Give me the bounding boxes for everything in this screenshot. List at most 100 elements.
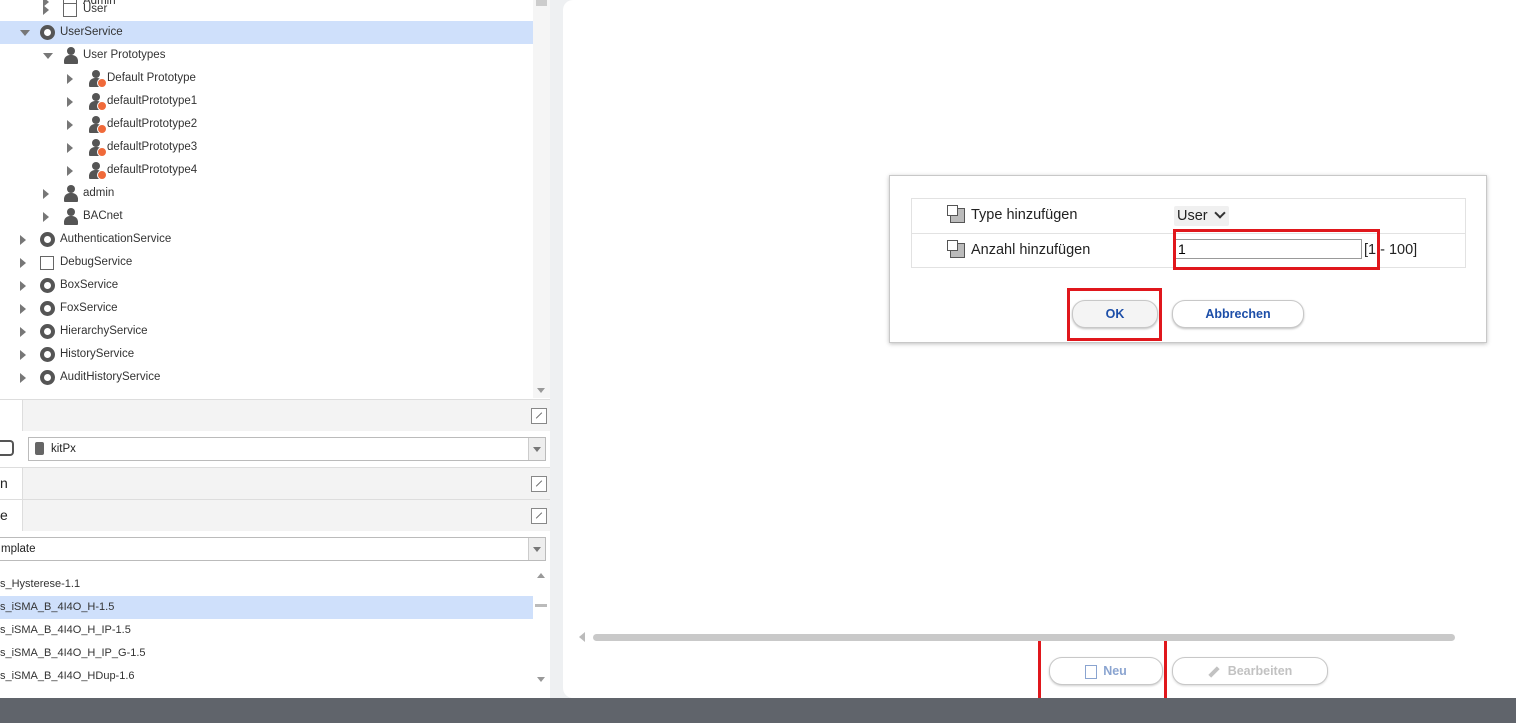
tree-item-label: defaultPrototype3: [107, 141, 198, 153]
new-button[interactable]: Neu: [1049, 657, 1163, 685]
template-selector[interactable]: mplate: [0, 537, 546, 561]
cube-icon: [947, 205, 965, 223]
tree-item-label: User Prototypes: [83, 49, 166, 61]
maximize-icon[interactable]: [531, 508, 547, 524]
tree-item[interactable]: Default Prototype: [0, 67, 533, 90]
prototype-icon: [89, 116, 107, 134]
new-button-label: Neu: [1103, 664, 1127, 678]
template-item-label: s_iSMA_B_4I4O_H-1.5: [0, 601, 115, 613]
tree-item[interactable]: BoxService: [0, 274, 533, 297]
prototype-icon: [89, 70, 107, 88]
expand-arrow-icon[interactable]: [43, 212, 49, 222]
palette-tab[interactable]: [0, 400, 23, 431]
tree-item[interactable]: defaultPrototype3: [0, 136, 533, 159]
history-icon: [40, 347, 55, 362]
tree-item[interactable]: DebugService: [0, 251, 533, 274]
tree-item[interactable]: AuthenticationService: [0, 228, 533, 251]
user-service-icon: [40, 25, 55, 40]
template-scrollbar[interactable]: [533, 567, 550, 698]
chevron-down-icon[interactable]: [528, 538, 545, 560]
expand-arrow-icon[interactable]: [20, 373, 26, 383]
tree-item-label: UserService: [60, 26, 123, 38]
debug-icon: [40, 256, 54, 270]
count-label: Anzahl hinzufügen: [971, 242, 1091, 258]
tree-item-label: BACnet: [83, 210, 123, 222]
tree-item[interactable]: BACnet: [0, 205, 533, 228]
template-list-item[interactable]: s_Hysterese-1.1: [0, 573, 533, 596]
tree-item-label: AuditHistoryService: [60, 371, 161, 383]
palette-selector-value: kitPx: [51, 443, 76, 455]
template-list-item[interactable]: s_iSMA_B_4I4O_H_IP_G-1.5: [0, 642, 533, 665]
person-icon: [64, 47, 78, 64]
section-header-2: e: [0, 499, 550, 532]
template-selector-value: mplate: [1, 543, 36, 555]
tree-item[interactable]: User: [0, 0, 533, 21]
prototype-icon: [89, 139, 107, 157]
tree-scroll-thumb[interactable]: [536, 0, 547, 6]
template-list-item[interactable]: s_iSMA_B_4I4O_HDup-1.6: [0, 665, 533, 688]
palette-selector[interactable]: kitPx: [28, 437, 546, 461]
expand-arrow-icon[interactable]: [20, 235, 26, 245]
tree-item-label: defaultPrototype4: [107, 164, 198, 176]
tree-item[interactable]: admin: [0, 182, 533, 205]
expand-arrow-icon[interactable]: [67, 97, 73, 107]
tree-item[interactable]: FoxService: [0, 297, 533, 320]
tree-item[interactable]: defaultPrototype4: [0, 159, 533, 182]
tree-item-label: HierarchyService: [60, 325, 148, 337]
maximize-icon[interactable]: [531, 408, 547, 424]
collapse-arrow-icon[interactable]: [20, 30, 30, 36]
template-item-label: s_Hysterese-1.1: [0, 578, 81, 590]
tree-item-label: admin: [83, 187, 115, 199]
expand-arrow-icon[interactable]: [67, 120, 73, 130]
scroll-down-icon[interactable]: [537, 388, 545, 393]
scroll-up-icon[interactable]: [537, 573, 545, 578]
box-icon: [40, 278, 55, 293]
scroll-down-icon[interactable]: [537, 677, 545, 682]
collapse-arrow-icon[interactable]: [43, 53, 53, 59]
expand-arrow-icon[interactable]: [43, 5, 49, 15]
tree-item[interactable]: HierarchyService: [0, 320, 533, 343]
template-list-item[interactable]: s_iSMA_B_4I4O_H_IP-1.5: [0, 619, 533, 642]
expand-arrow-icon[interactable]: [43, 189, 49, 199]
template-list-item[interactable]: s_iSMA_B_4I4O_H-1.5: [0, 596, 533, 619]
edit-button[interactable]: Bearbeiten: [1172, 657, 1328, 685]
camera-icon[interactable]: [0, 440, 14, 456]
expand-arrow-icon[interactable]: [20, 281, 26, 291]
tree-item[interactable]: defaultPrototype2: [0, 113, 533, 136]
maximize-icon[interactable]: [531, 476, 547, 492]
lock-icon: [40, 232, 55, 247]
scroll-left-icon[interactable]: [579, 632, 585, 642]
template-item-label: s_iSMA_B_4I4O_H_IP-1.5: [0, 624, 131, 636]
type-select[interactable]: User: [1174, 206, 1229, 226]
tree-item[interactable]: AuditHistoryService: [0, 366, 533, 389]
person-icon: [64, 208, 78, 225]
cancel-button[interactable]: Abbrechen: [1172, 300, 1304, 328]
palette-header: [0, 399, 550, 432]
new-document-icon: [1085, 664, 1098, 679]
highlight-count-input: [1173, 229, 1380, 270]
expand-arrow-icon[interactable]: [20, 350, 26, 360]
tree-item[interactable]: UserService: [0, 21, 533, 44]
tree-scrollbar[interactable]: [533, 0, 550, 398]
expand-arrow-icon[interactable]: [20, 258, 26, 268]
tree-item[interactable]: defaultPrototype1: [0, 90, 533, 113]
expand-arrow-icon[interactable]: [67, 166, 73, 176]
prototype-icon: [89, 162, 107, 180]
horizontal-scroll-thumb[interactable]: [593, 634, 1455, 641]
hierarchy-icon: [40, 324, 55, 339]
expand-arrow-icon[interactable]: [67, 74, 73, 84]
expand-arrow-icon[interactable]: [67, 143, 73, 153]
tree-item-label: BoxService: [60, 279, 119, 291]
chevron-down-icon[interactable]: [528, 438, 545, 460]
section-tab-2[interactable]: e: [0, 500, 23, 531]
status-bar: [0, 698, 1516, 723]
tree-item[interactable]: User Prototypes: [0, 44, 533, 67]
expand-arrow-icon[interactable]: [20, 327, 26, 337]
expand-arrow-icon[interactable]: [20, 304, 26, 314]
main-content: [563, 0, 1516, 698]
section-tab-1[interactable]: n: [0, 468, 23, 499]
tree-item[interactable]: HistoryService: [0, 343, 533, 366]
template-toolbar: mplate: [0, 531, 550, 567]
chevron-down-icon: [1213, 207, 1226, 219]
template-scroll-thumb[interactable]: [535, 604, 547, 607]
